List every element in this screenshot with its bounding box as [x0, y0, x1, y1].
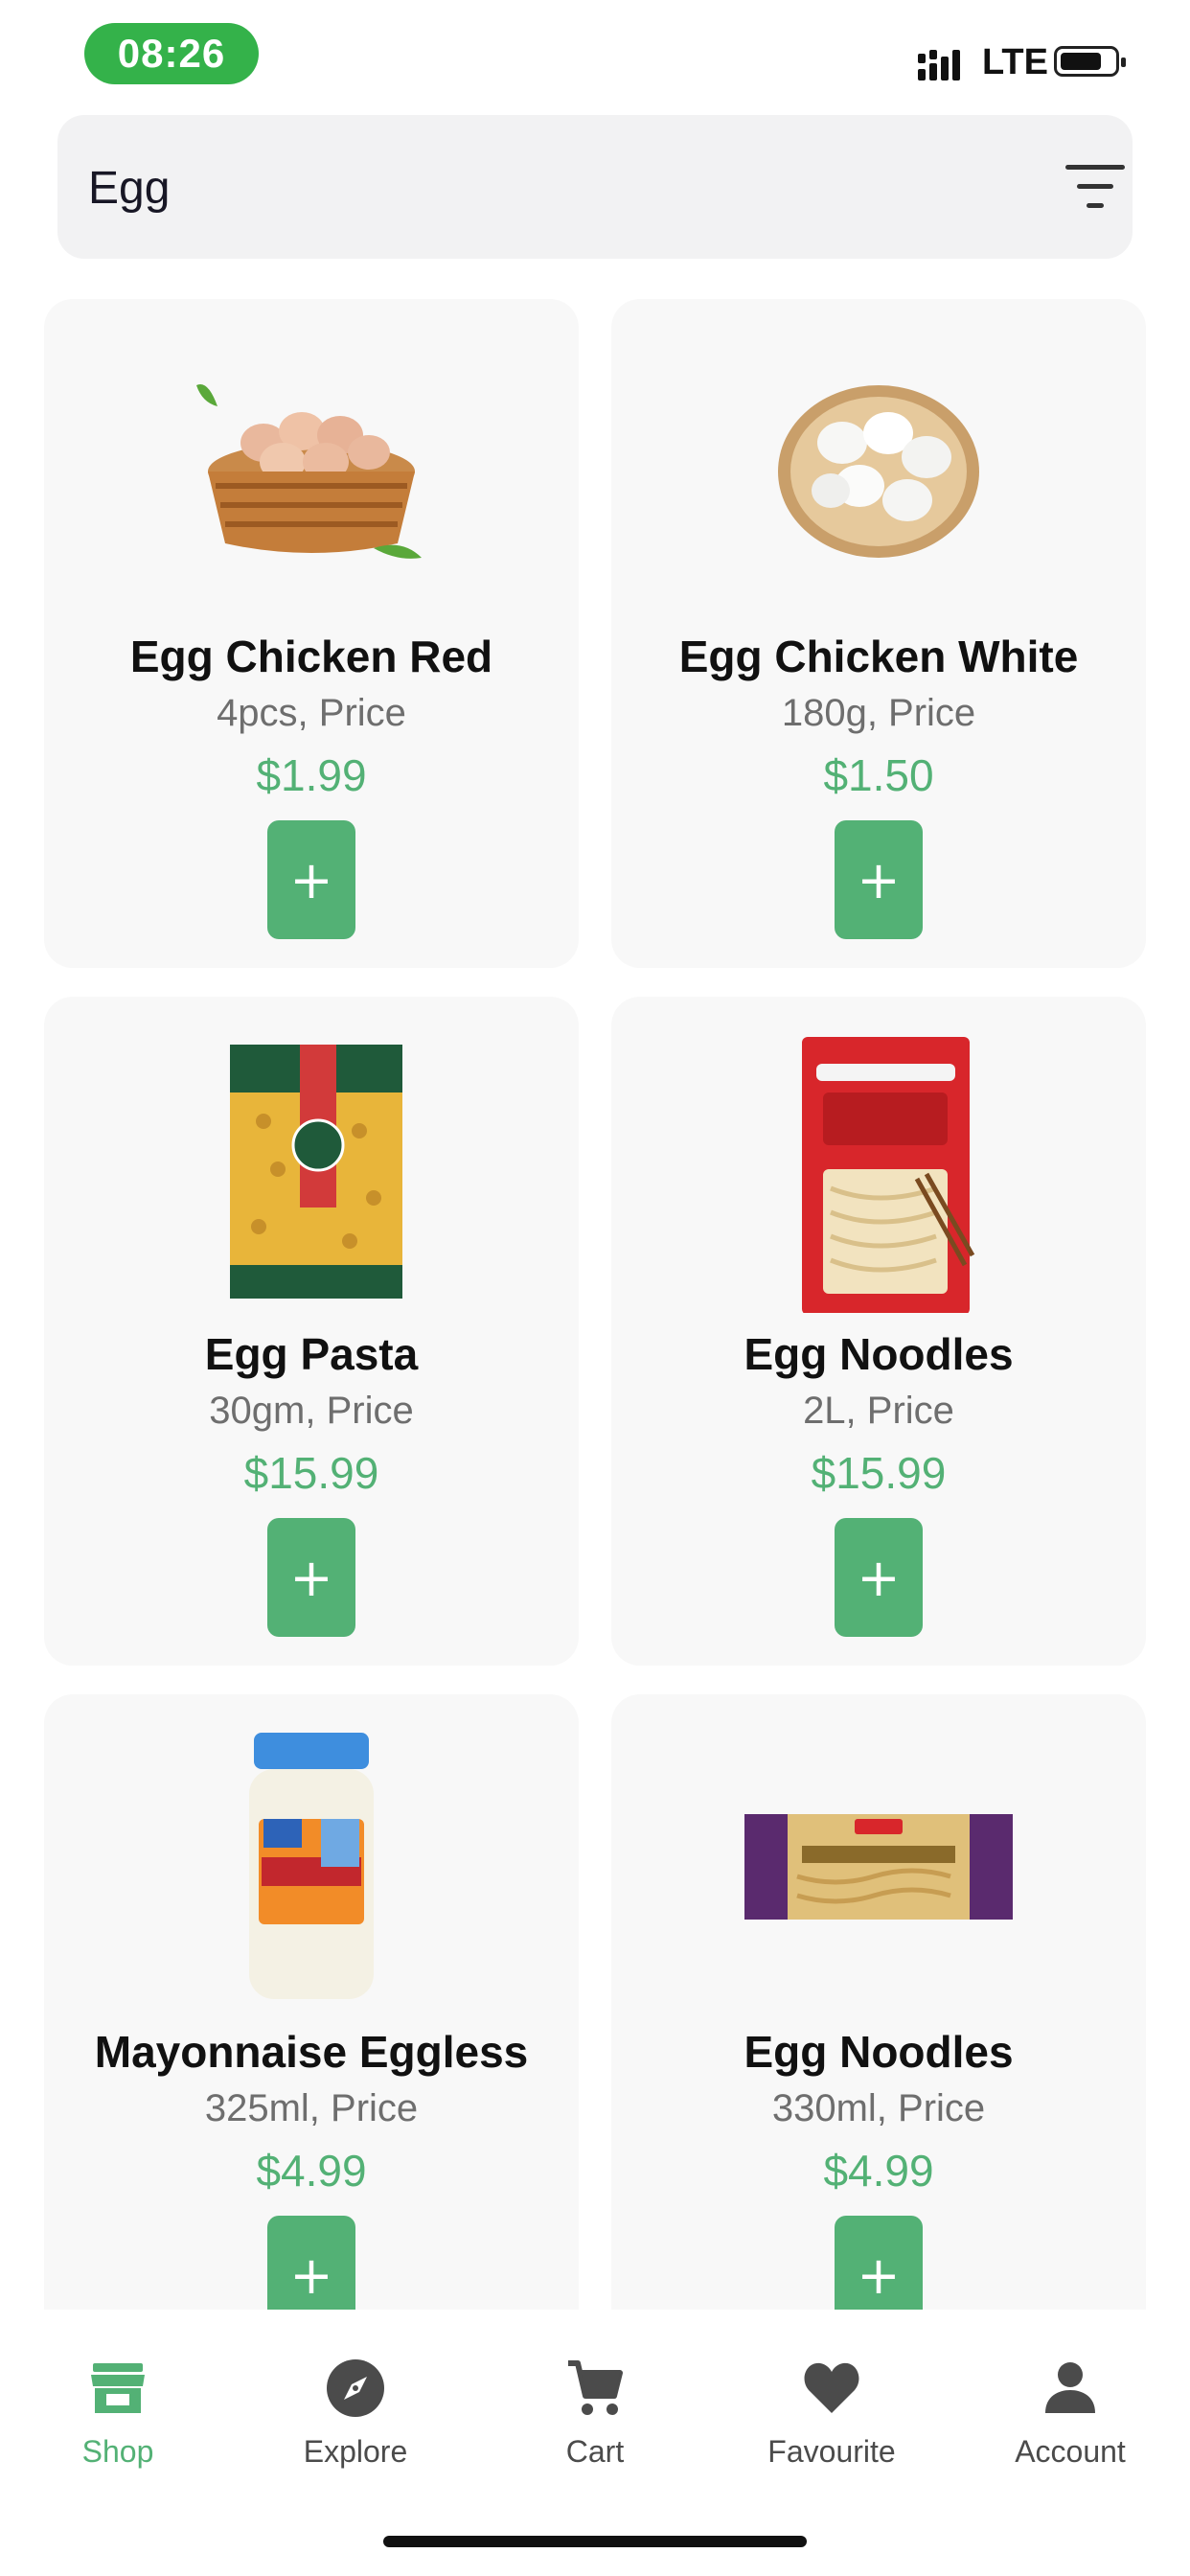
person-icon [1045, 2362, 1095, 2413]
search-bar[interactable] [57, 115, 1133, 261]
product-name: Egg Pasta [204, 1329, 419, 1379]
add-to-cart-button[interactable]: + [835, 1518, 923, 1637]
product-price: $1.50 [823, 750, 934, 800]
product-desc: 30gm, Price [209, 1390, 414, 1432]
nav-label: Explore [303, 2434, 408, 2469]
nav-item-cart[interactable]: Cart [499, 2358, 691, 2482]
add-to-cart-button[interactable]: + [267, 820, 355, 939]
product-name: Egg Chicken Red [129, 632, 493, 681]
shop-icon [91, 2363, 145, 2413]
product-card[interactable]: Mayonnaise Eggless 325ml, Price $4.99 + [44, 1694, 579, 2310]
compass-icon [327, 2359, 384, 2417]
egg-basket-image [196, 383, 422, 559]
product-price: $4.99 [256, 2146, 367, 2196]
product-name: Mayonnaise Eggless [94, 2027, 529, 2077]
add-to-cart-button[interactable]: + [835, 820, 923, 939]
white-eggs-image [778, 385, 979, 558]
nav-label: Cart [565, 2434, 625, 2469]
search-input[interactable] [86, 115, 952, 261]
status-bar: 08:26 LTE [0, 0, 1190, 105]
product-card[interactable]: Egg Pasta 30gm, Price $15.99 + [44, 997, 579, 1666]
nav-item-favourite[interactable]: Favourite [736, 2358, 927, 2482]
product-grid: Egg Chicken Red 4pcs, Price $1.99 + Egg … [0, 299, 1190, 2310]
status-time: 08:26 [84, 23, 259, 84]
egg-noodles-pack-image [744, 1814, 1013, 1920]
mayonnaise-jar-image [249, 1733, 374, 1999]
nav-label: Favourite [767, 2434, 896, 2469]
home-indicator [383, 2536, 807, 2547]
add-to-cart-button[interactable]: + [267, 1518, 355, 1637]
nav-item-account[interactable]: Account [974, 2358, 1166, 2482]
product-card[interactable]: Egg Chicken White 180g, Price $1.50 + [611, 299, 1146, 968]
product-desc: 325ml, Price [204, 2087, 419, 2129]
product-price: $15.99 [243, 1448, 379, 1498]
add-to-cart-button[interactable]: + [267, 2216, 355, 2310]
pasta-pack-image [230, 1045, 402, 1299]
heart-icon [804, 2362, 859, 2413]
product-name: Egg Noodles [744, 1329, 1014, 1379]
product-price: $4.99 [823, 2146, 934, 2196]
nav-item-shop[interactable]: Shop [22, 2358, 214, 2482]
product-card[interactable]: Egg Noodles 2L, Price $15.99 + [611, 997, 1146, 1666]
battery-icon [1054, 46, 1126, 77]
network-type: LTE [982, 42, 1048, 82]
nav-item-explore[interactable]: Explore [260, 2358, 451, 2482]
egg-noodles-pack-image [802, 1037, 975, 1313]
product-price: $15.99 [811, 1448, 947, 1498]
filter-icon[interactable] [1065, 165, 1125, 209]
product-name: Egg Noodles [744, 2027, 1014, 2077]
nav-label: Shop [81, 2434, 154, 2469]
product-desc: 180g, Price [781, 692, 976, 734]
nav-label: Account [1015, 2434, 1126, 2469]
product-name: Egg Chicken White [678, 632, 1079, 681]
product-desc: 2L, Price [803, 1390, 954, 1432]
cart-icon [568, 2360, 623, 2415]
product-desc: 330ml, Price [771, 2087, 986, 2129]
signal-icon [918, 50, 960, 80]
add-to-cart-button[interactable]: + [835, 2216, 923, 2310]
product-price: $1.99 [256, 750, 367, 800]
product-card[interactable]: Egg Chicken Red 4pcs, Price $1.99 + [44, 299, 579, 968]
product-desc: 4pcs, Price [217, 692, 406, 734]
product-card[interactable]: Egg Noodles 330ml, Price $4.99 + [611, 1694, 1146, 2310]
